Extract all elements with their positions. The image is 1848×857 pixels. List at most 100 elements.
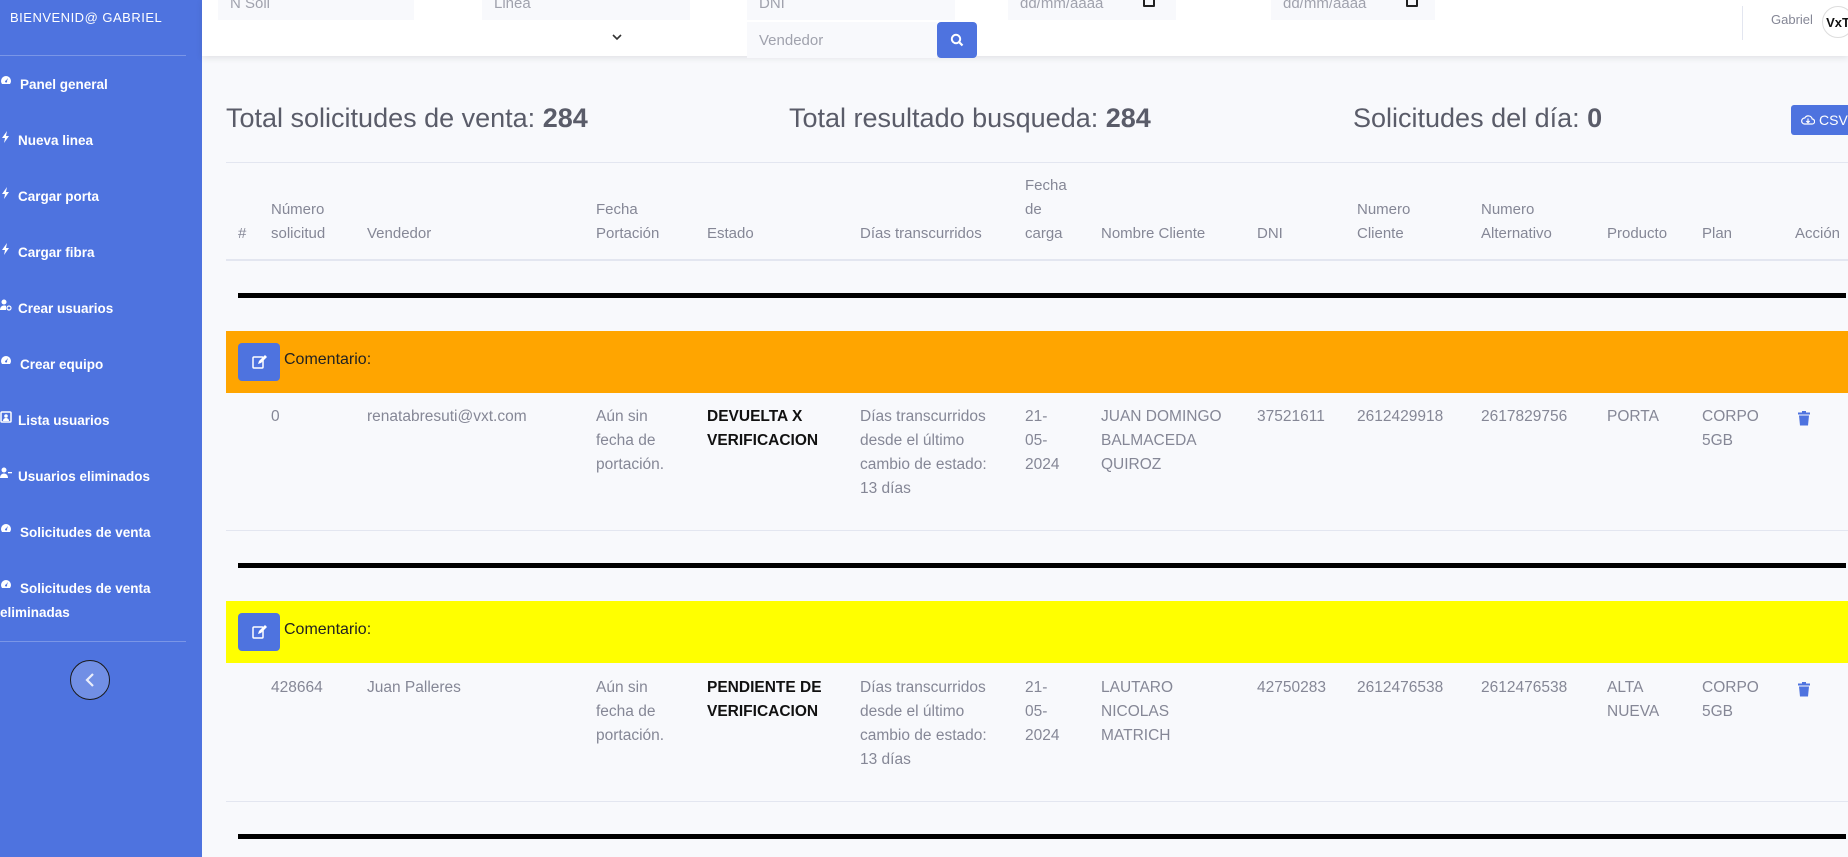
sidebar-brand[interactable]: BIENVENID@ GABRIEL <box>0 10 202 25</box>
table-header-divider <box>226 259 1848 261</box>
sidebar-item-label: Nueva linea <box>18 133 94 148</box>
cell-line: BALMACEDA <box>1101 432 1197 449</box>
sidebar-item-panel-general[interactable]: Panel general <box>0 73 190 97</box>
trash-icon[interactable] <box>1798 411 1810 426</box>
cell-line: 5GB <box>1702 703 1734 720</box>
cell-dni: 42750283 <box>1257 679 1326 696</box>
gauge-icon <box>0 521 14 537</box>
th-vendedor[interactable]: Vendedor <box>367 222 431 246</box>
user-name[interactable]: Gabriel <box>1771 12 1813 27</box>
row-divider <box>226 530 1848 531</box>
edit-icon <box>252 355 267 369</box>
trash-icon[interactable] <box>1798 682 1810 697</box>
cell-line: Aún sin <box>596 408 648 425</box>
sidebar-item-crear-equipo[interactable]: Crear equipo <box>0 353 190 377</box>
cell-line: VERIFICACION <box>707 703 819 720</box>
cell-line: 13 días <box>860 480 911 497</box>
topbar: N Soli Linea DNI dd/mm/aaaa dd/mm/aaaa V… <box>202 0 1848 58</box>
sidebar-item-cargar-fibra[interactable]: Cargar fibra <box>0 241 190 265</box>
th-line: Numero <box>1481 201 1535 218</box>
sidebar: BIENVENID@ GABRIEL Panel general Nueva l… <box>0 0 202 857</box>
search-button[interactable] <box>937 22 977 58</box>
cell-dni: 37521611 <box>1257 408 1325 425</box>
cell-line: cambio de estado: <box>860 456 987 473</box>
calendar-icon[interactable] <box>1143 0 1155 7</box>
sidebar-item-cargar-porta[interactable]: Cargar porta <box>0 185 190 209</box>
cell-line: DEVUELTA X <box>707 408 803 425</box>
th-numero-cliente[interactable]: Numero Cliente <box>1357 198 1410 246</box>
th-line: de <box>1025 201 1042 218</box>
sidebar-item-label: Solicitudes de venta <box>20 525 151 540</box>
th-estado[interactable]: Estado <box>707 222 754 246</box>
cell-line: NUEVA <box>1607 703 1660 720</box>
sidebar-item-usuarios-eliminados[interactable]: Usuarios eliminados <box>0 465 190 489</box>
filter-select[interactable] <box>218 20 630 56</box>
stat-total-resultado: Total resultado busqueda: 284 <box>789 103 1151 134</box>
cell-line: VERIFICACION <box>707 432 819 449</box>
th-fecha-carga[interactable]: Fecha de carga <box>1025 174 1067 246</box>
calendar-icon[interactable] <box>1406 0 1418 7</box>
sidebar-toggle-button[interactable] <box>70 660 110 700</box>
cell-line: 05- <box>1025 432 1048 449</box>
sidebar-item-nueva-linea[interactable]: Nueva linea <box>0 129 190 153</box>
cell-plan: CORPO 5GB <box>1702 405 1759 453</box>
th-line: Alternativo <box>1481 225 1552 242</box>
linea-input[interactable]: Linea <box>482 0 690 20</box>
n-soli-input[interactable]: N Soli <box>218 0 414 20</box>
avatar[interactable]: VxT <box>1822 6 1848 38</box>
sidebar-item-crear-usuarios[interactable]: Crear usuarios <box>0 297 190 321</box>
th-dni[interactable]: DNI <box>1257 222 1283 246</box>
cell-line: CORPO <box>1702 408 1759 425</box>
csv-export-button[interactable]: CSV <box>1791 105 1848 135</box>
dni-input[interactable]: DNI <box>747 0 955 20</box>
th-producto[interactable]: Producto <box>1607 222 1667 246</box>
stat-solicitudes-dia: Solicitudes del día: 0 <box>1353 103 1602 134</box>
cell-nombre: LAUTARO NICOLAS MATRICH <box>1101 676 1173 748</box>
bolt-icon <box>0 185 14 201</box>
topbar-divider <box>1742 6 1743 40</box>
sidebar-divider <box>0 641 186 642</box>
cell-line: 5GB <box>1702 432 1734 449</box>
cell-line: PENDIENTE DE <box>707 679 822 696</box>
stats-divider <box>226 162 1848 163</box>
cell-line: QUIROZ <box>1101 456 1162 473</box>
cell-vendedor: Juan Palleres <box>367 679 461 696</box>
row-separator-line <box>238 834 1846 839</box>
sidebar-item-solicitudes-venta[interactable]: Solicitudes de venta <box>0 521 190 545</box>
cell-line: MATRICH <box>1101 727 1171 744</box>
cell-fecha-portacion: Aún sin fecha de portación. <box>596 405 664 477</box>
cell-fecha-carga: 21- 05- 2024 <box>1025 405 1059 477</box>
cell-line: portación. <box>596 727 665 744</box>
sidebar-item-label: Solicitudes de venta <box>20 581 151 596</box>
cell-line: JUAN DOMINGO <box>1101 408 1222 425</box>
search-icon <box>950 33 964 47</box>
edit-comment-button[interactable] <box>238 343 280 381</box>
stat-label: Solicitudes del día: <box>1353 103 1580 133</box>
th-numero-alternativo[interactable]: Numero Alternativo <box>1481 198 1552 246</box>
cell-line: 2024 <box>1025 456 1060 473</box>
vendedor-input[interactable]: Vendedor <box>747 22 937 58</box>
th-line: Fecha <box>596 201 638 218</box>
edit-comment-button[interactable] <box>238 613 280 651</box>
th-line: Numero <box>1357 201 1411 218</box>
stat-label: Total solicitudes de venta: <box>226 103 536 133</box>
sidebar-item-solicitudes-venta-eliminadas[interactable]: Solicitudes de venta eliminadas <box>0 577 190 625</box>
sidebar-item-label: Cargar fibra <box>18 245 95 260</box>
sidebar-item-label: Panel general <box>20 77 108 92</box>
th-line: carga <box>1025 225 1063 242</box>
cell-numero: 428664 <box>271 679 323 696</box>
th-plan[interactable]: Plan <box>1702 222 1732 246</box>
sidebar-item-lista-usuarios[interactable]: Lista usuarios <box>0 409 190 433</box>
th-hash: # <box>238 225 247 242</box>
csv-label: CSV <box>1819 112 1848 128</box>
th-line: solicitud <box>271 225 326 242</box>
th-fecha-portacion[interactable]: Fecha Portación <box>596 198 659 246</box>
th-line: Cliente <box>1357 225 1404 242</box>
th-numero-solicitud[interactable]: Número solicitud <box>271 198 325 246</box>
th-dias-transcurridos[interactable]: Días transcurridos <box>860 222 982 246</box>
user-minus-icon <box>0 465 14 481</box>
cell-line: 05- <box>1025 703 1048 720</box>
stat-value: 0 <box>1587 103 1603 133</box>
th-nombre-cliente[interactable]: Nombre Cliente <box>1101 222 1205 246</box>
row-separator-line <box>238 563 1846 568</box>
